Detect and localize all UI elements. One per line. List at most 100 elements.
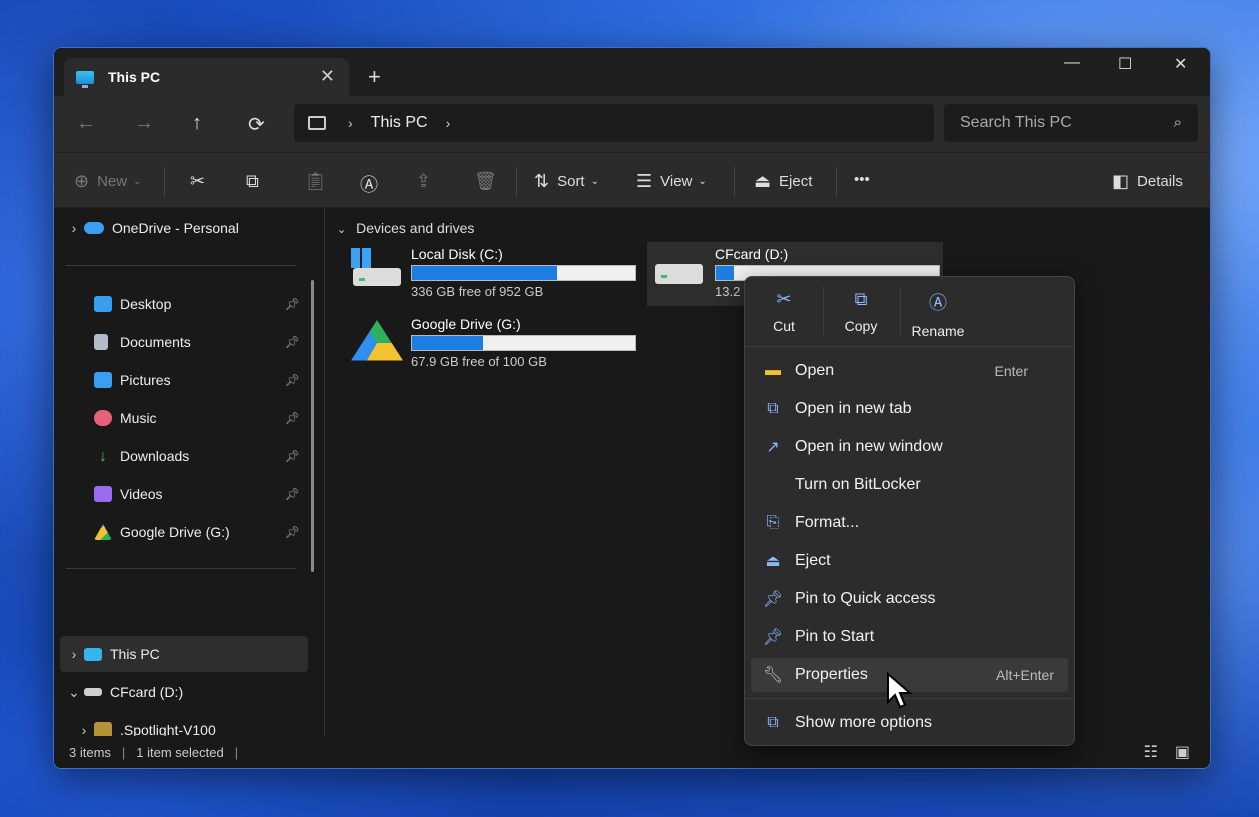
pin-icon[interactable]: 📌︎ bbox=[285, 487, 300, 501]
sidebar-item-desktop[interactable]: Desktop 📌︎ bbox=[94, 286, 300, 322]
up-button[interactable]: ↑ bbox=[192, 112, 202, 135]
sidebar-item-onedrive[interactable]: › OneDrive - Personal bbox=[64, 210, 312, 246]
sidebar-item-this-pc[interactable]: › This PC bbox=[60, 636, 308, 672]
windows-drive-icon bbox=[349, 246, 405, 302]
eject-button[interactable]: ⏏ Eject bbox=[754, 171, 812, 192]
videos-icon bbox=[94, 486, 112, 502]
sidebar-item-videos[interactable]: Videos 📌︎ bbox=[94, 476, 300, 512]
view-icon: ☰ bbox=[636, 171, 653, 191]
pin-icon[interactable]: 📌︎ bbox=[285, 335, 300, 349]
context-item-label: Turn on BitLocker bbox=[795, 476, 921, 493]
context-copy-button[interactable]: ⧉ Copy bbox=[826, 289, 896, 334]
sidebar-item-pictures[interactable]: Pictures 📌︎ bbox=[94, 362, 300, 398]
context-item-label: Open in new tab bbox=[795, 400, 912, 417]
sort-button[interactable]: ⇅ Sort ⌄ bbox=[534, 171, 599, 192]
more-options-button[interactable]: ••• bbox=[854, 171, 870, 188]
context-open-new-window[interactable]: ↗ Open in new window bbox=[751, 430, 1068, 464]
show-more-icon: ⧉ bbox=[767, 714, 779, 731]
context-open[interactable]: ▬ Open Enter bbox=[751, 354, 1068, 388]
this-pc-icon bbox=[76, 70, 94, 88]
sidebar-item-label: Google Drive (G:) bbox=[120, 524, 230, 540]
group-header[interactable]: ⌄ Devices and drives bbox=[337, 220, 474, 236]
chevron-down-icon: ⌄ bbox=[590, 176, 599, 187]
context-quick-divider bbox=[823, 287, 824, 335]
copy-button[interactable]: ⧉ bbox=[246, 171, 267, 192]
toolbar-divider bbox=[836, 167, 837, 197]
close-tab-button[interactable]: ✕ bbox=[320, 66, 335, 87]
drive-name: Google Drive (G:) bbox=[411, 316, 521, 332]
chevron-down-icon: ⌄ bbox=[698, 176, 707, 187]
format-icon: ⎘ bbox=[766, 514, 780, 531]
wrench-icon: 🔧︎ bbox=[762, 667, 784, 684]
eject-icon: ⏏ bbox=[754, 171, 772, 191]
new-button[interactable]: ⊕ New ⌄ bbox=[74, 171, 142, 192]
address-bar[interactable]: › This PC › bbox=[294, 104, 934, 142]
eject-icon: ⏏ bbox=[765, 553, 781, 570]
details-button[interactable]: ◧ Details bbox=[1112, 171, 1183, 192]
details-label: Details bbox=[1137, 173, 1183, 190]
minimize-button[interactable]: — bbox=[1064, 54, 1080, 72]
context-quick-label: Cut bbox=[773, 318, 795, 334]
chevron-down-icon[interactable]: ⌄ bbox=[64, 684, 84, 701]
back-button[interactable]: ← bbox=[76, 112, 96, 135]
chevron-right-icon[interactable]: › bbox=[64, 646, 84, 662]
tab-this-pc[interactable]: This PC ✕ bbox=[64, 58, 349, 96]
sidebar-item-google-drive[interactable]: Google Drive (G:) 📌︎ bbox=[94, 514, 300, 550]
refresh-button[interactable]: ⟳ bbox=[248, 112, 265, 137]
maximize-button[interactable]: ☐ bbox=[1118, 54, 1132, 74]
pin-icon[interactable]: 📌︎ bbox=[285, 449, 300, 463]
context-format[interactable]: ⎘ Format... bbox=[751, 506, 1068, 540]
chevron-right-icon[interactable]: › bbox=[348, 115, 353, 131]
context-item-label: Pin to Quick access bbox=[795, 590, 936, 607]
paste-button[interactable]: 📋︎ bbox=[304, 171, 335, 192]
context-bitlocker[interactable]: Turn on BitLocker bbox=[751, 468, 1068, 502]
sidebar-item-downloads[interactable]: ↓ Downloads 📌︎ bbox=[94, 438, 300, 474]
pin-icon[interactable]: 📌︎ bbox=[285, 525, 300, 539]
context-show-more[interactable]: ⧉ Show more options bbox=[751, 706, 1068, 740]
navigation-pane: › OneDrive - Personal Desktop 📌︎ Documen… bbox=[54, 208, 324, 768]
context-pin-quick-access[interactable]: 📌︎ Pin to Quick access bbox=[751, 582, 1068, 616]
toolbar-divider bbox=[516, 167, 517, 197]
rename-icon: Ⓐ bbox=[360, 175, 378, 195]
music-icon bbox=[94, 410, 112, 426]
context-quick-actions: ✂ Cut ⧉ Copy Ⓐ Rename bbox=[745, 277, 1074, 347]
copy-icon: ⧉ bbox=[246, 171, 259, 191]
context-rename-button[interactable]: Ⓐ Rename bbox=[903, 289, 973, 339]
rename-button[interactable]: Ⓐ bbox=[360, 171, 386, 197]
drive-google-drive-g[interactable]: Google Drive (G:) 67.9 GB free of 100 GB bbox=[349, 316, 636, 372]
sidebar-item-music[interactable]: Music 📌︎ bbox=[94, 400, 300, 436]
desktop-icon bbox=[94, 296, 112, 312]
cut-button[interactable]: ✂ bbox=[190, 171, 213, 192]
sidebar-item-cfcard[interactable]: ⌄ CFcard (D:) bbox=[64, 674, 312, 710]
search-input[interactable]: Search This PC bbox=[960, 114, 1072, 132]
sidebar-item-label: Pictures bbox=[120, 372, 171, 388]
drive-icon bbox=[84, 688, 102, 696]
context-item-label: Format... bbox=[795, 514, 860, 531]
drive-usage-bar bbox=[411, 265, 636, 281]
eject-label: Eject bbox=[779, 173, 813, 190]
context-cut-button[interactable]: ✂ Cut bbox=[749, 289, 819, 334]
chevron-right-icon[interactable]: › bbox=[64, 220, 84, 236]
context-pin-start[interactable]: 📌︎ Pin to Start bbox=[751, 620, 1068, 654]
pin-icon[interactable]: 📌︎ bbox=[285, 297, 300, 311]
search-box[interactable]: Search This PC ⌕ bbox=[944, 104, 1198, 142]
sidebar-item-documents[interactable]: Documents 📌︎ bbox=[94, 324, 300, 360]
context-eject[interactable]: ⏏ Eject bbox=[751, 544, 1068, 578]
details-view-icon[interactable]: ☷ bbox=[1144, 742, 1158, 762]
context-open-new-tab[interactable]: ⧉ Open in new tab bbox=[751, 392, 1068, 426]
sidebar-item-label: This PC bbox=[110, 646, 160, 662]
pin-icon[interactable]: 📌︎ bbox=[285, 373, 300, 387]
sidebar-item-label: CFcard (D:) bbox=[110, 684, 184, 700]
breadcrumb-this-pc[interactable]: This PC bbox=[371, 114, 428, 132]
pin-icon[interactable]: 📌︎ bbox=[285, 411, 300, 425]
delete-button[interactable]: 🗑︎ bbox=[474, 171, 505, 192]
sidebar-scrollbar[interactable] bbox=[311, 280, 314, 572]
share-button[interactable]: ⇪ bbox=[416, 171, 439, 192]
new-tab-button[interactable]: + bbox=[368, 64, 381, 90]
close-window-button[interactable]: ✕ bbox=[1174, 54, 1187, 74]
forward-button[interactable]: → bbox=[134, 112, 154, 135]
chevron-right-icon[interactable]: › bbox=[446, 115, 451, 131]
drive-local-disk-c[interactable]: Local Disk (C:) 336 GB free of 952 GB bbox=[349, 246, 636, 302]
view-button[interactable]: ☰ View ⌄ bbox=[636, 171, 707, 192]
tiles-view-icon[interactable]: ▣ bbox=[1175, 742, 1190, 762]
